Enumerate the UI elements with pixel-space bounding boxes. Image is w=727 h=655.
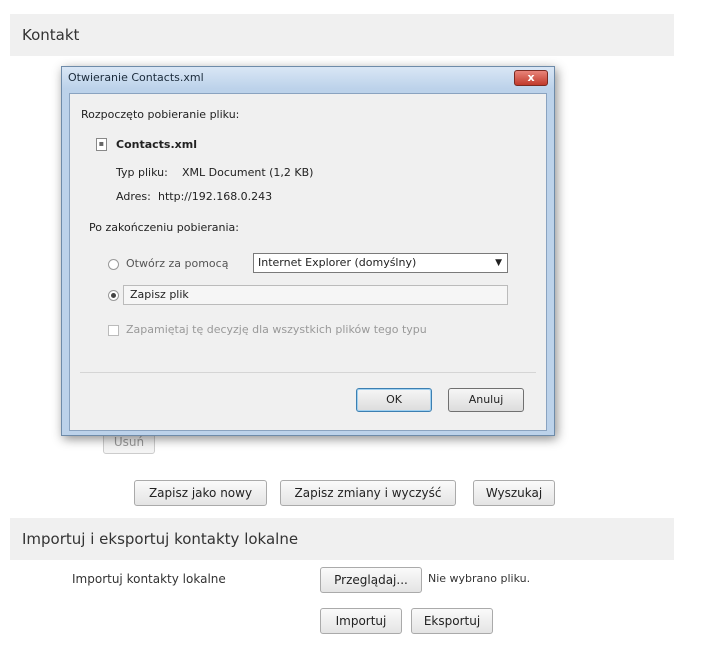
close-icon[interactable]: x — [514, 70, 548, 86]
open-with-label: Otwórz za pomocą — [126, 257, 229, 270]
dialog-separator — [80, 372, 536, 373]
import-export-section-header: Importuj i eksportuj kontakty lokalne — [10, 518, 674, 560]
page: Kontakt Usuń Zapisz jako nowy Zapisz zmi… — [0, 0, 727, 655]
contact-section-header: Kontakt — [10, 14, 674, 56]
save-file-radio[interactable] — [108, 290, 119, 301]
address-label: Adres: — [116, 190, 151, 203]
download-started-text: Rozpoczęto pobieranie pliku: — [81, 108, 240, 121]
contact-section-title: Kontakt — [22, 26, 80, 44]
address-value: http://192.168.0.243 — [158, 190, 273, 203]
open-with-radio[interactable] — [108, 259, 119, 270]
import-export-title: Importuj i eksportuj kontakty lokalne — [22, 530, 299, 548]
browse-button[interactable]: Przeglądaj... — [320, 567, 422, 593]
file-icon: ▪ — [96, 138, 107, 151]
file-type-value: XML Document (1,2 KB) — [182, 166, 314, 179]
save-as-new-button[interactable]: Zapisz jako nowy — [134, 480, 267, 506]
ok-button[interactable]: OK — [356, 388, 432, 412]
dialog-body: Rozpoczęto pobieranie pliku: ▪ Contacts.… — [69, 93, 547, 431]
dialog-title-bar: Otwieranie Contacts.xml — [62, 67, 554, 89]
remember-checkbox[interactable] — [108, 325, 119, 336]
file-type-label: Typ pliku: — [116, 166, 168, 179]
open-with-selected-value: Internet Explorer (domyślny) — [258, 256, 417, 269]
dialog-title: Otwieranie Contacts.xml — [68, 71, 204, 84]
file-name: Contacts.xml — [116, 138, 197, 151]
save-and-clear-button[interactable]: Zapisz zmiany i wyczyść — [280, 480, 456, 506]
save-file-label: Zapisz plik — [130, 288, 189, 301]
open-with-select[interactable]: Internet Explorer (domyślny) ▼ — [253, 253, 508, 273]
cancel-button[interactable]: Anuluj — [448, 388, 524, 412]
after-download-text: Po zakończeniu pobierania: — [89, 221, 240, 234]
download-dialog: Otwieranie Contacts.xml x Rozpoczęto pob… — [61, 66, 555, 436]
import-button[interactable]: Importuj — [320, 608, 402, 634]
chevron-down-icon: ▼ — [495, 258, 502, 268]
no-file-text: Nie wybrano pliku. — [428, 572, 531, 585]
import-label: Importuj kontakty lokalne — [72, 572, 226, 586]
remember-label: Zapamiętaj tę decyzję dla wszystkich pli… — [126, 323, 427, 336]
search-button[interactable]: Wyszukaj — [473, 480, 555, 506]
export-button[interactable]: Eksportuj — [411, 608, 493, 634]
